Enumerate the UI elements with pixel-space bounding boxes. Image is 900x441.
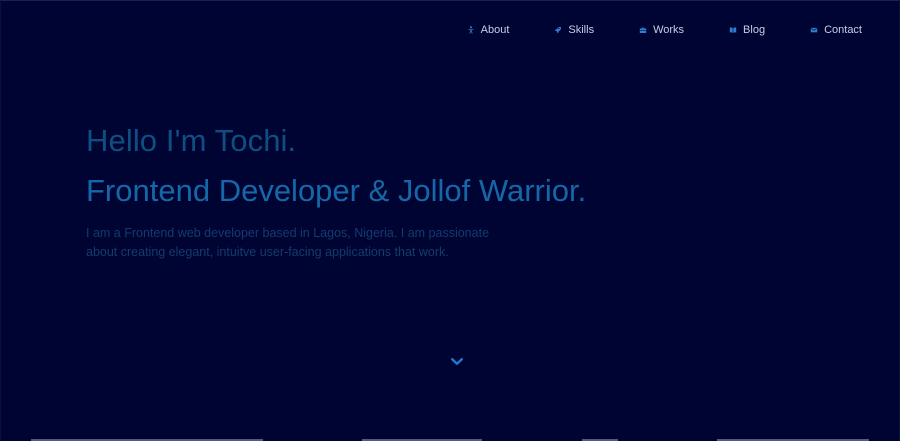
nav-item-blog[interactable]: Blog [728,22,765,38]
nav-label-about: About [480,24,510,36]
chevron-down-icon [451,358,463,366]
nav-item-skills[interactable]: Skills [553,22,594,38]
nav-label-works: Works [653,24,685,36]
nav-item-about[interactable]: About [466,22,510,38]
rocket-icon [553,25,563,35]
nav-label-contact: Contact [824,24,862,36]
hero-greeting: Hello I'm Tochi. [86,123,297,158]
book-icon [728,25,738,35]
hero-section: Hello I'm Tochi. Frontend Developer & Jo… [86,122,686,262]
main-nav: About Skills Works Blog Contact [466,22,862,38]
envelope-icon [809,25,819,35]
scroll-down-button[interactable] [450,357,464,367]
nav-label-blog: Blog [743,24,766,36]
nav-item-works[interactable]: Works [638,22,684,38]
page: About Skills Works Blog Contact Hello I'… [0,0,900,441]
hero-intro: I am a Frontend web developer based in L… [86,226,490,259]
hero-role: Frontend Developer & Jollof Warrior. [86,173,587,208]
person-icon [466,25,476,35]
nav-label-skills: Skills [568,24,595,36]
nav-item-contact[interactable]: Contact [809,22,862,38]
briefcase-icon [638,25,648,35]
